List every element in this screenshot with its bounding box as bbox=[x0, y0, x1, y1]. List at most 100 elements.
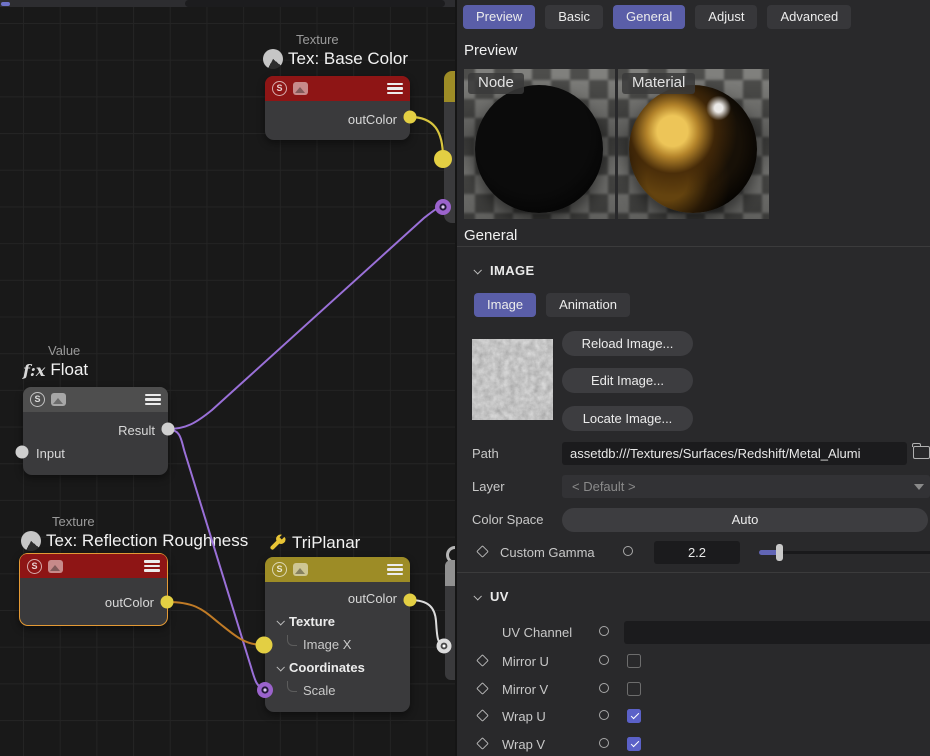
chevron-down-icon bbox=[473, 592, 481, 600]
graph-horizontal-scrollbar[interactable] bbox=[0, 0, 455, 7]
keyframe-circle-icon[interactable] bbox=[599, 683, 609, 693]
node-header[interactable]: S bbox=[265, 76, 410, 101]
wrap-u-checkbox[interactable] bbox=[627, 709, 641, 723]
tab-advanced[interactable]: Advanced bbox=[767, 5, 851, 29]
custom-gamma-label: Custom Gamma bbox=[500, 545, 595, 560]
override-diamond-icon[interactable] bbox=[476, 709, 489, 722]
chevron-down-icon bbox=[276, 663, 284, 671]
image-icon bbox=[48, 560, 63, 573]
node-header[interactable]: S bbox=[23, 387, 168, 412]
node-name: Tex: Reflection Roughness bbox=[46, 531, 248, 551]
gamma-slider-track[interactable] bbox=[759, 551, 930, 554]
override-diamond-icon[interactable] bbox=[476, 654, 489, 667]
path-label: Path bbox=[472, 446, 499, 461]
wire-basecolor-to-triplanar2 bbox=[410, 117, 443, 158]
section-label: UV bbox=[490, 589, 509, 604]
keyframe-circle-icon[interactable] bbox=[599, 738, 609, 748]
override-diamond-icon[interactable] bbox=[476, 545, 489, 558]
checkmark-icon bbox=[630, 711, 638, 719]
node-category: Value bbox=[23, 343, 88, 358]
gamma-slider-handle[interactable] bbox=[776, 544, 783, 561]
uv-section-header[interactable]: UV bbox=[474, 589, 509, 604]
node-name: TriPlanar bbox=[292, 533, 360, 553]
divider bbox=[457, 572, 930, 573]
tab-general[interactable]: General bbox=[613, 5, 685, 29]
mirror-v-label: Mirror V bbox=[502, 682, 548, 697]
layer-dropdown[interactable]: < Default > bbox=[562, 475, 930, 498]
wrap-v-checkbox[interactable] bbox=[627, 737, 641, 751]
redshift-s-icon: S bbox=[272, 562, 287, 577]
tab-image[interactable]: Image bbox=[474, 293, 536, 317]
fx-icon: f:x bbox=[23, 361, 45, 380]
scrollbar-thumb[interactable] bbox=[1, 2, 10, 6]
node-header[interactable]: S bbox=[265, 557, 410, 582]
keyframe-circle-icon[interactable] bbox=[599, 626, 609, 636]
tab-animation[interactable]: Animation bbox=[546, 293, 630, 317]
override-diamond-icon[interactable] bbox=[476, 737, 489, 750]
redshift-shader-editor: Texture Tex: Base Color S outColor Value… bbox=[0, 0, 930, 756]
node-graph-canvas[interactable]: Texture Tex: Base Color S outColor Value… bbox=[0, 0, 455, 756]
mirror-v-checkbox[interactable] bbox=[627, 682, 641, 696]
menu-icon[interactable] bbox=[144, 560, 160, 572]
port-row-image-x[interactable]: Image X bbox=[265, 633, 410, 656]
preview-section-title: Preview bbox=[464, 42, 517, 59]
keyframe-circle-icon[interactable] bbox=[599, 655, 609, 665]
wrench-icon bbox=[268, 534, 287, 553]
uv-channel-label: UV Channel bbox=[502, 625, 572, 640]
mirror-u-checkbox[interactable] bbox=[627, 654, 641, 668]
port-label-scale: Scale bbox=[303, 683, 336, 698]
port-label-input: Input bbox=[23, 442, 168, 465]
preview-sphere-material bbox=[629, 85, 757, 213]
reload-image-button[interactable]: Reload Image... bbox=[562, 331, 693, 356]
node-header[interactable]: S bbox=[20, 554, 167, 578]
override-diamond-icon[interactable] bbox=[476, 682, 489, 695]
scrollbar-track[interactable] bbox=[185, 0, 445, 7]
image-section-header[interactable]: IMAGE bbox=[474, 263, 535, 278]
image-texture-thumbnail[interactable] bbox=[472, 339, 553, 420]
node-category: Texture bbox=[263, 32, 408, 47]
menu-icon[interactable] bbox=[387, 564, 403, 576]
keyframe-circle-icon[interactable] bbox=[623, 546, 633, 556]
menu-icon[interactable] bbox=[145, 394, 161, 406]
path-input[interactable]: assetdb:///Textures/Surfaces/Redshift/Me… bbox=[562, 442, 907, 465]
wire-float-to-triplanar2-scale bbox=[168, 207, 442, 429]
node-tex-base-color[interactable]: S outColor bbox=[265, 76, 410, 140]
node-title-roughness: Texture Tex: Reflection Roughness bbox=[21, 514, 248, 551]
node-triplanar[interactable]: S outColor Texture Image X Coordinates S… bbox=[265, 557, 410, 712]
color-space-label: Color Space bbox=[472, 512, 544, 527]
redshift-s-icon: S bbox=[27, 559, 42, 574]
thumb-label: Node bbox=[468, 73, 524, 94]
dropdown-caret-icon bbox=[914, 484, 924, 490]
tab-adjust[interactable]: Adjust bbox=[695, 5, 757, 29]
node-title-triplanar: TriPlanar bbox=[268, 533, 360, 553]
menu-icon[interactable] bbox=[387, 83, 403, 95]
image-icon bbox=[293, 563, 308, 576]
node-name: Tex: Base Color bbox=[288, 49, 408, 69]
folder-icon[interactable] bbox=[913, 446, 930, 459]
panel-tabs: Preview Basic General Adjust Advanced bbox=[463, 5, 851, 29]
port-row-scale[interactable]: Scale bbox=[265, 679, 410, 702]
node-tex-reflection-roughness[interactable]: S outColor bbox=[19, 553, 168, 626]
group-texture[interactable]: Texture bbox=[265, 610, 410, 633]
tab-basic[interactable]: Basic bbox=[545, 5, 603, 29]
node-name: Float bbox=[50, 360, 88, 380]
locate-image-button[interactable]: Locate Image... bbox=[562, 406, 693, 431]
general-section-title: General bbox=[464, 227, 517, 244]
keyframe-circle-icon[interactable] bbox=[599, 710, 609, 720]
wire-float-to-triplanar-scale bbox=[168, 429, 264, 689]
group-coordinates[interactable]: Coordinates bbox=[265, 656, 410, 679]
image-icon bbox=[293, 82, 308, 95]
port-label-outcolor: outColor bbox=[20, 591, 167, 614]
node-partial-top-right[interactable] bbox=[444, 71, 455, 223]
node-title-float: Value f:x Float bbox=[23, 343, 88, 380]
edit-image-button[interactable]: Edit Image... bbox=[562, 368, 693, 393]
layer-label: Layer bbox=[472, 479, 505, 494]
color-space-button[interactable]: Auto bbox=[562, 508, 928, 532]
node-float[interactable]: S Result Input bbox=[23, 387, 168, 475]
wire-roughness-to-triplanar-imagex bbox=[167, 602, 261, 645]
tab-preview[interactable]: Preview bbox=[463, 5, 535, 29]
uv-channel-input[interactable] bbox=[624, 621, 930, 644]
node-partial-bottom-right[interactable] bbox=[445, 560, 455, 680]
tree-connector bbox=[287, 635, 297, 646]
custom-gamma-input[interactable]: 2.2 bbox=[654, 541, 740, 564]
